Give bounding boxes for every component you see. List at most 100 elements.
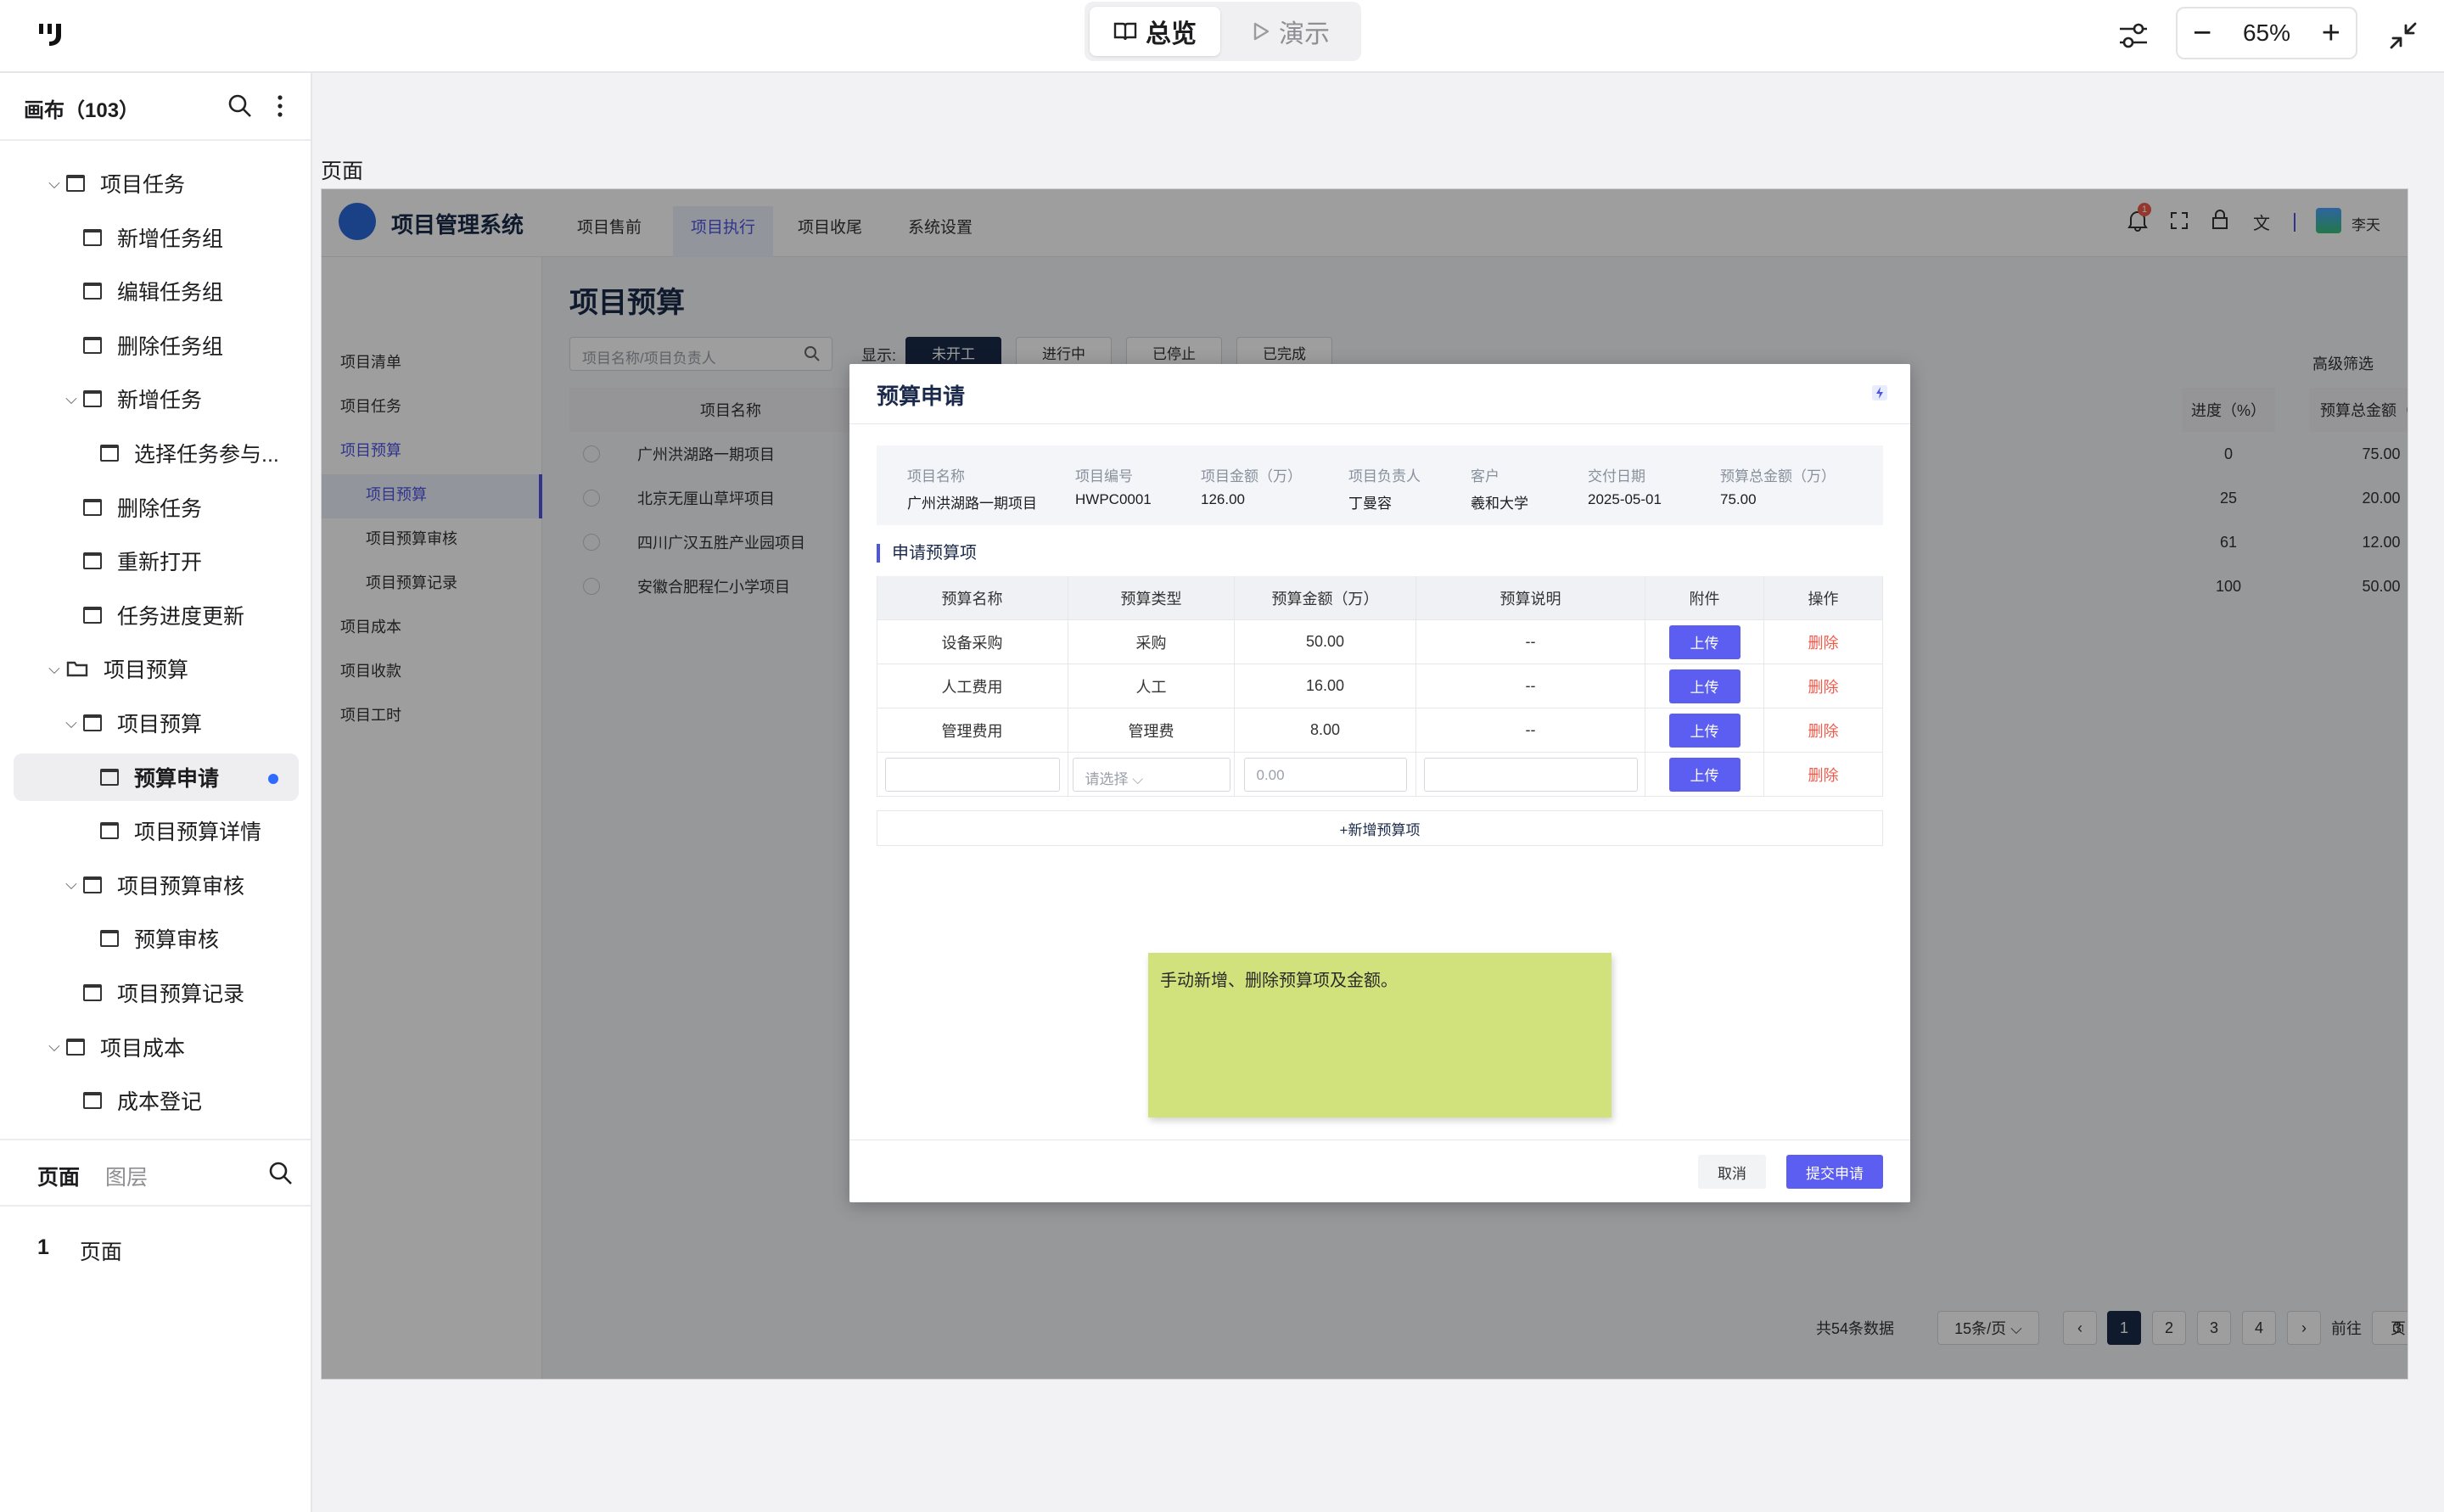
budget-type-cell: 人工 (1068, 664, 1235, 708)
zoom-control: − 65% + (2176, 7, 2357, 59)
mode-switch: 总览 演示 (1085, 2, 1361, 61)
page-icon (83, 1092, 102, 1110)
selection-dot (268, 773, 278, 784)
tree-item[interactable]: 删除任务 (0, 484, 311, 531)
delete-button[interactable]: 删除 (1808, 631, 1839, 653)
info-field-label: 项目金额（万） (1201, 468, 1302, 484)
action-cell: 删除 (1764, 620, 1883, 664)
tree-item-label: 项目预算 (117, 713, 203, 736)
tree-item[interactable]: ⌵ 项目成本 (0, 1023, 311, 1071)
page-icon (100, 768, 119, 786)
budget-desc-cell: -- (1416, 708, 1645, 753)
chevron-down-icon[interactable]: ⌵ (42, 660, 66, 678)
budget-amount-input[interactable]: 0.00 (1243, 757, 1407, 792)
tree-item-label: 编辑任务组 (117, 281, 224, 305)
tree-item[interactable]: 预算申请 (14, 753, 299, 801)
page-icon (83, 228, 102, 246)
tree-item-label: 重新打开 (117, 551, 203, 575)
budget-type-select[interactable]: 请选择 ⌵ (1072, 757, 1230, 792)
attachment-cell: 上传 (1645, 664, 1764, 708)
tree-item[interactable]: 项目预算记录 (0, 969, 311, 1016)
tree-item-label: 成本登记 (117, 1090, 203, 1115)
page-icon (83, 876, 102, 893)
tree-item[interactable]: 编辑任务组 (0, 267, 311, 315)
play-icon (1253, 22, 1270, 41)
upload-button[interactable]: 上传 (1668, 713, 1741, 748)
budget-name-cell: 人工费用 (877, 664, 1068, 708)
zoom-level[interactable]: 65% (2243, 20, 2290, 47)
budget-table-header: 预算说明 (1416, 576, 1645, 620)
info-field-value: 2025-05-01 (1588, 491, 1662, 507)
tree-item-label: 项目预算 (104, 658, 189, 683)
tree-item[interactable]: 任务进度更新 (0, 591, 311, 639)
interaction-marker-icon (1872, 385, 1887, 400)
action-cell: 删除 (1764, 708, 1883, 753)
tree-item[interactable]: ⌵ 项目任务 (0, 160, 311, 207)
zoom-in-icon[interactable]: + (2322, 17, 2340, 49)
tree-item[interactable]: ⌵ 新增任务 (0, 375, 311, 423)
page-icon (83, 336, 102, 354)
upload-button[interactable]: 上传 (1668, 757, 1741, 792)
canvas-count-title: 画布（103） (24, 99, 140, 122)
upload-button[interactable]: 上传 (1668, 624, 1741, 659)
tree-item-label: 项目预算记录 (117, 983, 245, 1006)
collapse-icon[interactable] (2381, 14, 2425, 58)
tree-item[interactable]: 重新打开 (0, 537, 311, 585)
tree-item[interactable]: 删除任务组 (0, 322, 311, 369)
info-field-label: 客户 (1471, 468, 1499, 484)
budget-name-input[interactable] (884, 757, 1060, 792)
overview-mode-button[interactable]: 总览 (1090, 7, 1220, 56)
cancel-button[interactable]: 取消 (1698, 1155, 1766, 1189)
budget-amount-cell: 16.00 (1235, 664, 1416, 708)
tab-layers[interactable]: 图层 (105, 1161, 148, 1191)
design-frame[interactable]: 项目管理系统 项目售前 项目执行 项目收尾 系统设置 1 文 李天 项目清单 项目任务项… (321, 188, 2408, 1380)
tree-item[interactable]: 成本登记 (0, 1077, 311, 1124)
add-budget-item-button[interactable]: +新增预算项 (877, 810, 1883, 846)
delete-button[interactable]: 删除 (1808, 720, 1839, 742)
submit-button[interactable]: 提交申请 (1786, 1155, 1883, 1189)
page-icon (100, 822, 119, 840)
info-field-value: HWPC0001 (1075, 491, 1152, 507)
more-vertical-icon[interactable] (270, 93, 290, 119)
page-search-icon[interactable] (268, 1161, 294, 1186)
budget-amount-cell: 8.00 (1235, 708, 1416, 753)
chevron-down-icon[interactable]: ⌵ (59, 714, 83, 732)
zoom-out-icon[interactable]: − (2193, 17, 2211, 49)
settings-sliders-icon[interactable] (2111, 14, 2155, 58)
search-icon[interactable] (227, 93, 253, 119)
page-icon (83, 283, 102, 300)
chevron-down-icon[interactable]: ⌵ (59, 876, 83, 893)
page-icon (83, 498, 102, 516)
tree-item[interactable]: ⌵ 项目预算审核 (0, 861, 311, 909)
tree-item[interactable]: 选择任务参与... (0, 429, 311, 477)
tree-item[interactable]: ⌵ 项目预算 (0, 645, 311, 692)
tree-item[interactable]: 新增任务组 (0, 214, 311, 261)
frame-label[interactable]: 页面 (321, 154, 363, 185)
new-name-cell (877, 753, 1068, 797)
tree-item[interactable]: 预算审核 (0, 915, 311, 962)
tree-item[interactable]: 项目预算详情 (0, 807, 311, 854)
page-list-item[interactable]: 1 页面 (37, 1235, 122, 1266)
budget-name-cell: 管理费用 (877, 708, 1068, 753)
chevron-down-icon[interactable]: ⌵ (59, 390, 83, 408)
present-label: 演示 (1279, 20, 1330, 48)
chevron-down-icon[interactable]: ⌵ (42, 1038, 66, 1056)
info-field-value: 广州洪湖路一期项目 (907, 496, 1037, 512)
new-type-cell: 请选择 ⌵ (1068, 753, 1235, 797)
attachment-cell: 上传 (1645, 620, 1764, 664)
attachment-cell: 上传 (1645, 708, 1764, 753)
page-icon (83, 390, 102, 408)
delete-button[interactable]: 删除 (1808, 764, 1839, 786)
tab-pages[interactable]: 页面 (37, 1161, 80, 1191)
present-mode-button[interactable]: 演示 (1225, 7, 1356, 56)
page-icon (100, 930, 119, 948)
app-logo-icon[interactable] (37, 20, 71, 49)
sticky-note[interactable]: 手动新增、删除预算项及金额。 (1148, 953, 1612, 1117)
modal-title: 预算申请 (877, 384, 966, 409)
chevron-down-icon[interactable]: ⌵ (42, 175, 66, 193)
upload-button[interactable]: 上传 (1668, 669, 1741, 703)
delete-button[interactable]: 删除 (1808, 675, 1839, 697)
budget-desc-input[interactable] (1423, 757, 1638, 792)
book-icon (1113, 22, 1137, 41)
tree-item[interactable]: ⌵ 项目预算 (0, 699, 311, 747)
